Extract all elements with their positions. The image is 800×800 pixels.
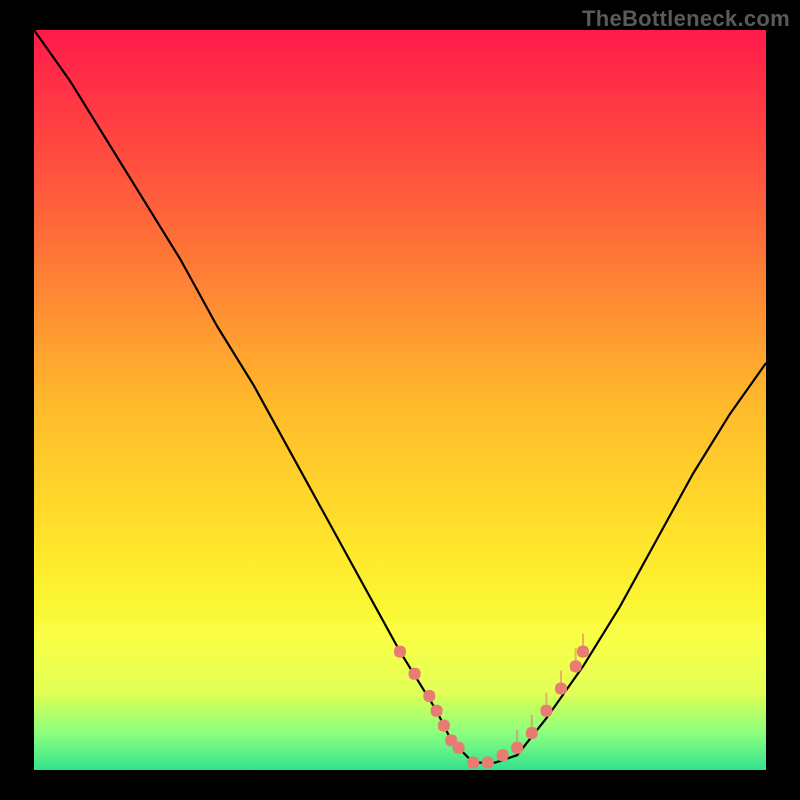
marker-point <box>497 749 509 761</box>
watermark-text: TheBottleneck.com <box>582 6 790 32</box>
marker-point <box>555 683 567 695</box>
marker-point <box>453 742 465 754</box>
marker-point <box>540 705 552 717</box>
marker-point <box>467 757 479 769</box>
chart-container: TheBottleneck.com <box>0 0 800 800</box>
marker-point <box>526 727 538 739</box>
marker-point <box>394 646 406 658</box>
highlight-band <box>34 622 766 696</box>
marker-point <box>570 660 582 672</box>
marker-point <box>438 720 450 732</box>
marker-point <box>511 742 523 754</box>
marker-point <box>482 757 494 769</box>
marker-point <box>423 690 435 702</box>
bottleneck-chart <box>0 0 800 800</box>
marker-point <box>409 668 421 680</box>
marker-point <box>577 646 589 658</box>
marker-point <box>431 705 443 717</box>
